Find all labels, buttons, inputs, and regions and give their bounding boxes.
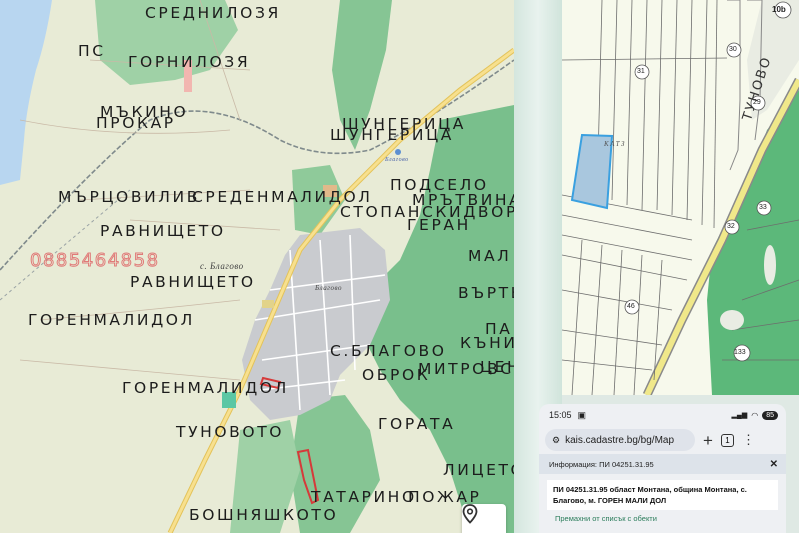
map-label: МЪРЦОВИЛИВ [58,188,200,206]
lake [0,0,52,185]
clock: 15:05 [549,410,572,420]
battery-indicator: 85 [762,410,778,420]
map-label: ГОРЕНМАЛИДОЛ [28,311,195,329]
phone-screenshot: 15:05 ▣ ▂▄▆ ◠ 85 ⚙ kais.cadastre.bg/bg/M… [539,404,786,533]
map-small-label: Благово [385,157,409,163]
cadastre-map[interactable]: 10b 30 31 29 33 32 46 133 ТУНОВО КАТЗ [562,0,799,395]
url-text: kais.cadastre.bg/bg/Map [565,434,675,446]
map-label: СРЕДНИЛОЗЯ [145,4,281,22]
map-label: С.БЛАГОВО [330,342,447,360]
map-label: ГОРЕНМАЛИДОЛ [122,379,289,397]
map-label: БОШНЯШКОТО [189,506,339,524]
map-label: ТАТАРИНО [311,488,417,506]
close-icon[interactable]: ✕ [770,459,778,470]
new-tab-button[interactable]: + [703,432,713,449]
map-small-label: Благово [315,284,342,292]
map-label: ШУНГЕРИЦА [330,126,454,144]
screenshot-icon: ▣ [577,409,587,420]
more-menu-icon[interactable]: ⋮ [742,432,755,448]
map-label: ТУНОВОТО [176,423,285,441]
status-bar: 15:05 ▣ ▂▄▆ ◠ 85 [539,404,786,426]
map-label: ВЪРТЬ [458,284,514,302]
location-button[interactable] [462,504,506,533]
topographic-map[interactable]: СРЕДНИЛОЗЯ ПС ГОРНИЛОЗЯ МЪКИНО ПРОКАР ШУ… [0,0,514,533]
map-small-label: с. Благово [200,261,244,271]
address-bar[interactable]: ⚙ kais.cadastre.bg/bg/Map [545,429,695,451]
parcel-info-text: ПИ 04251.31.95 област Монтана, община Мо… [547,480,778,510]
parcel-number: 10b [772,5,786,14]
water-spring [395,149,401,155]
map-pin-icon [462,504,478,524]
map-label: ЦЕНИ [480,358,514,376]
map-label: ГЕРАН [407,216,471,234]
map-label: ПС [78,42,106,60]
map-label: РАВНИЩЕТО [130,273,256,291]
info-panel-title: Информация: ПИ 04251.31.95 [549,459,654,469]
parcel-number: 31 [637,68,645,75]
map-label: МАЛ [468,247,512,265]
map-label: ОБРОК [362,366,431,384]
signal-icon: ▂▄▆ [731,412,748,419]
parcel-number: 32 [727,223,735,230]
railway-branch [0,189,131,301]
parcel-number: 46 [627,303,635,310]
parcel-number: 30 [729,46,737,53]
cadastre-area-label: КАТЗ [604,140,627,148]
phone-number-watermark: 0885464858 [30,250,160,272]
info-panel-header: Информация: ПИ 04251.31.95 ✕ [539,454,786,474]
map-label: КЪНИ [460,334,514,352]
browser-toolbar: ⚙ kais.cadastre.bg/bg/Map + 1 ⋮ [539,426,786,454]
map-label: ПРОКАР [96,114,176,132]
map-label: ЛИЦЕТО [443,461,514,479]
parcel-number: 133 [734,349,746,356]
wifi-icon: ◠ [751,410,759,420]
remove-from-list-link[interactable]: Премахни от списък с обекти [555,514,786,523]
tab-switcher-button[interactable]: 1 [720,433,734,447]
parcel-number: 33 [759,204,767,211]
site-settings-icon[interactable]: ⚙ [552,435,560,446]
map-label: РАВНИЩЕТО [100,222,226,240]
map-label: ГОРАТА [378,415,456,433]
map-label: ГОРНИЛОЗЯ [128,53,251,71]
